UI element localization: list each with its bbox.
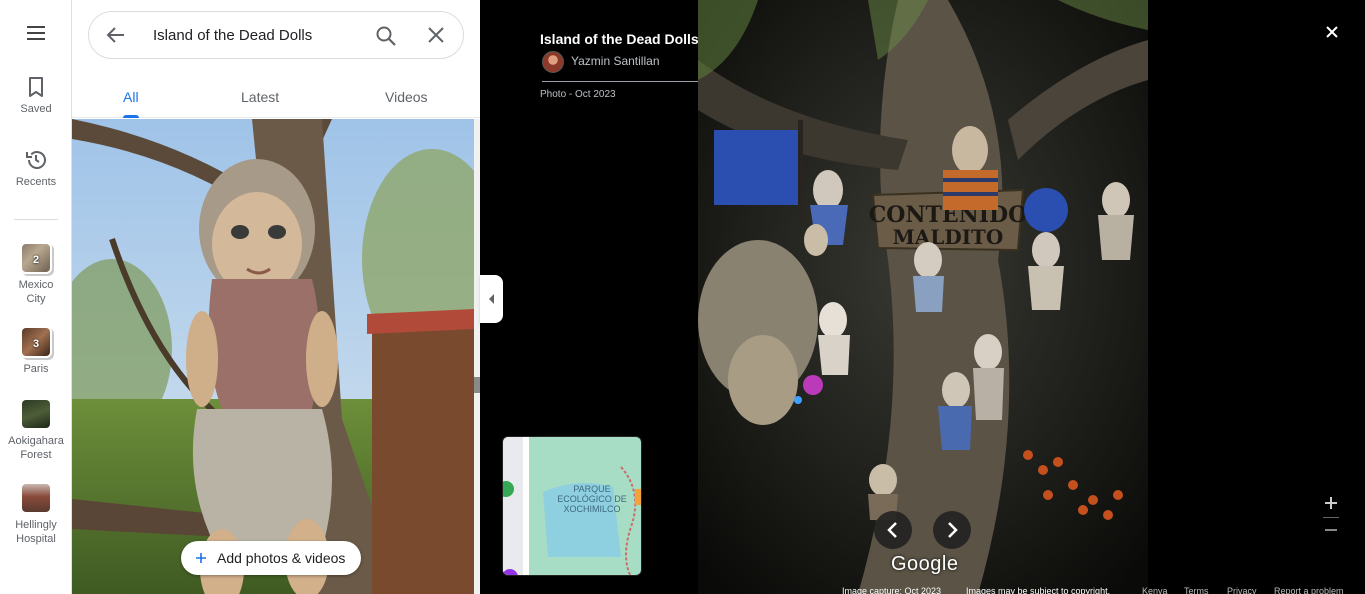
recent-place-aokigahara-forest[interactable]: Aokigahara Forest (0, 398, 72, 462)
saved-label: Saved (20, 103, 52, 115)
history-icon (26, 151, 46, 169)
search-icon[interactable] (375, 25, 397, 47)
back-arrow-icon[interactable] (105, 24, 127, 46)
place-thumbnail: 3 (20, 326, 52, 358)
plus-icon (196, 553, 206, 563)
zoom-in-icon[interactable] (1322, 494, 1340, 512)
tab-latest[interactable]: Latest (241, 89, 279, 105)
caret-left-icon (489, 294, 494, 304)
zoom-divider (1323, 517, 1339, 518)
place-label: Paris (23, 363, 49, 375)
dolls-tree-photo: CONTENIDO MALDITO (698, 0, 1148, 594)
rail-divider (14, 219, 58, 220)
place-thumbnail: 2 (20, 242, 52, 274)
close-viewer-icon[interactable] (1322, 22, 1342, 42)
menu-icon-bar (27, 38, 45, 40)
place-label: Hospital (16, 533, 56, 545)
left-rail: Saved Recents 2 Mexico City 3 Paris Aoki… (0, 0, 72, 594)
recent-place-mexico-city[interactable]: 2 Mexico City (0, 242, 72, 306)
photo-date: Photo - Oct 2023 (540, 89, 616, 100)
media-tabs: All Latest Videos (72, 72, 480, 118)
saved-button[interactable]: Saved (0, 76, 72, 116)
main-photo-viewer[interactable]: CONTENIDO MALDITO (698, 0, 1148, 594)
chevron-right-icon (948, 522, 958, 538)
place-label: Hellingly (15, 519, 57, 531)
panel-scrollbar[interactable] (474, 119, 480, 594)
sign-text: MALDITO (893, 225, 1004, 249)
menu-icon-bar (27, 32, 45, 34)
minimap-label: XOCHIMILCO (563, 504, 620, 514)
search-box (88, 11, 464, 59)
place-thumbnail (20, 398, 52, 430)
country-link[interactable]: Kenya (1142, 586, 1168, 594)
panel-scrollbar-thumb[interactable] (474, 377, 480, 393)
place-label: Aokigahara (8, 435, 64, 447)
previous-photo-button[interactable] (874, 511, 912, 549)
author-avatar[interactable] (542, 51, 564, 73)
photo-author[interactable]: Yazmin Santillan (571, 54, 660, 68)
add-photos-label: Add photos & videos (217, 550, 346, 566)
recents-label: Recents (15, 176, 57, 188)
place-label: Forest (20, 449, 52, 461)
minimap-label: PARQUE (573, 484, 610, 494)
copyright-notice: Images may be subject to copyright. (966, 586, 1111, 594)
place-label: City (26, 293, 46, 305)
add-photos-button[interactable]: Add photos & videos (181, 541, 362, 575)
place-label: Mexico (18, 279, 54, 291)
tab-all[interactable]: All (123, 89, 139, 105)
doll-photo[interactable] (72, 119, 474, 594)
doll-photo-image (72, 119, 474, 594)
next-photo-button[interactable] (933, 511, 971, 549)
clear-search-icon[interactable] (427, 26, 445, 44)
place-thumbnail (20, 482, 52, 514)
recent-place-hellingly-hospital[interactable]: Hellingly Hospital (0, 482, 72, 546)
recent-place-paris[interactable]: 3 Paris (0, 326, 72, 376)
photos-panel: All Latest Videos (72, 0, 480, 594)
place-count: 2 (32, 254, 40, 266)
recents-button[interactable]: Recents (0, 149, 72, 189)
minimap-label: ECOLÓGICO DE (557, 494, 627, 504)
image-capture-date: Image capture: Oct 2023 (842, 586, 942, 594)
chevron-left-icon (887, 522, 897, 538)
google-logo: Google (891, 553, 959, 575)
zoom-out-icon[interactable] (1322, 521, 1340, 539)
minimap-image: PARQUE ECOLÓGICO DE XOCHIMILCO (503, 437, 641, 575)
info-divider (542, 81, 713, 82)
report-problem-link[interactable]: Report a problem (1274, 586, 1344, 594)
menu-button[interactable] (20, 22, 52, 48)
collapse-panel-button[interactable] (480, 275, 503, 323)
tab-videos[interactable]: Videos (385, 89, 428, 105)
maps-photo-viewer: Saved Recents 2 Mexico City 3 Paris Aoki… (0, 0, 1365, 594)
menu-icon-bar (27, 26, 45, 28)
bookmark-icon (29, 77, 43, 97)
privacy-link[interactable]: Privacy (1227, 586, 1257, 594)
search-input[interactable] (153, 27, 363, 44)
minimap[interactable]: PARQUE ECOLÓGICO DE XOCHIMILCO (502, 436, 642, 576)
terms-link[interactable]: Terms (1184, 586, 1209, 594)
photo-title: Island of the Dead Dolls (540, 31, 699, 47)
place-count: 3 (32, 338, 40, 350)
active-tab-indicator (123, 115, 139, 118)
